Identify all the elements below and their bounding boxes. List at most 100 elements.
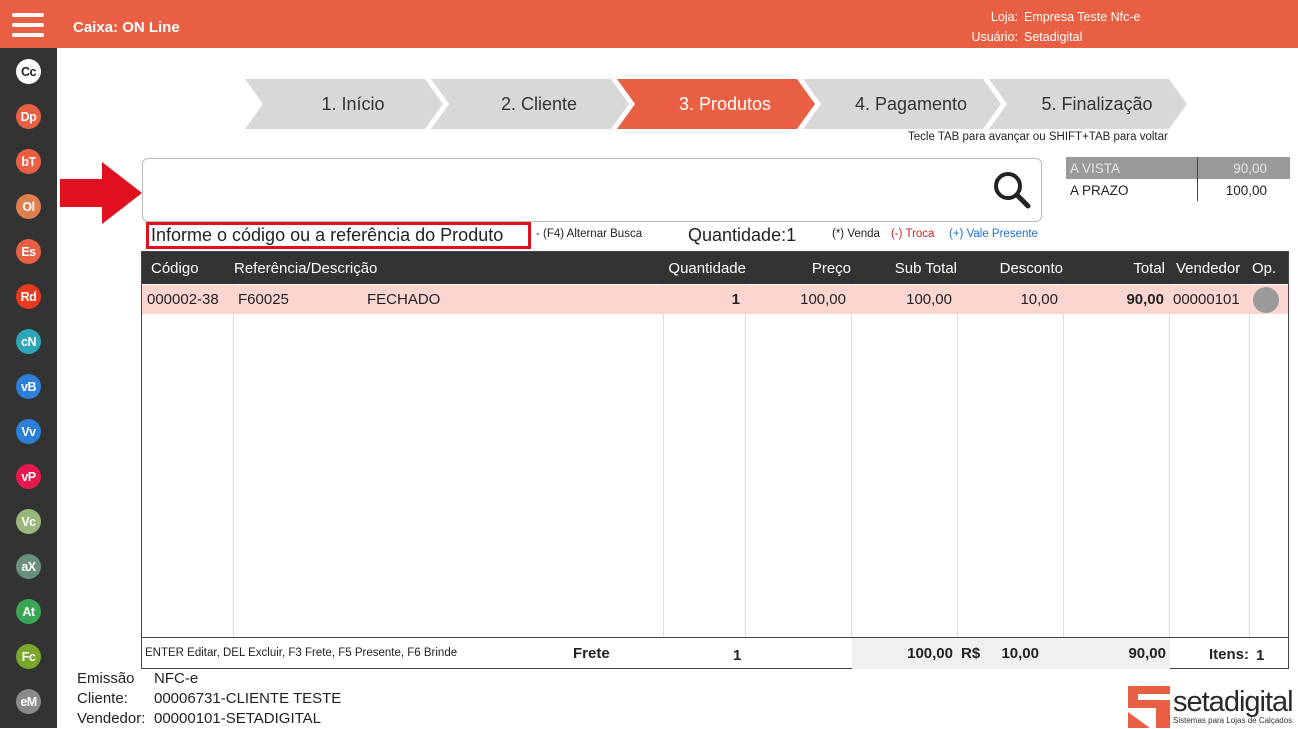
price-value: 90,00 bbox=[1233, 160, 1267, 176]
shortcut-vb-button[interactable]: vB bbox=[16, 374, 41, 399]
top-bar: Caixa: ON Line Loja: Empresa Teste Nfc-e… bbox=[0, 0, 1298, 48]
col-desconto[interactable]: Desconto bbox=[1000, 260, 1063, 277]
column-divider bbox=[663, 284, 664, 637]
column-divider bbox=[745, 284, 746, 637]
shortcut-ax-button[interactable]: aX bbox=[16, 554, 41, 579]
setadigital-logo: setadigital Sistemas para Lojas de Calça… bbox=[1128, 686, 1294, 728]
search-instruction: Informe o código ou a referência do Prod… bbox=[146, 222, 531, 249]
step-inicio[interactable]: 1. Início bbox=[245, 79, 443, 129]
col-preco[interactable]: Preço bbox=[812, 260, 851, 277]
cell-desconto: 10,00 bbox=[1020, 291, 1058, 308]
col-vendedor[interactable]: Vendedor bbox=[1176, 260, 1240, 277]
product-search-input[interactable] bbox=[153, 169, 983, 211]
vendedor-value: 00000101-SETADIGITAL bbox=[154, 710, 322, 727]
price-label: A PRAZO bbox=[1066, 179, 1198, 201]
usuario-value: Setadigital bbox=[1024, 30, 1083, 44]
shortcut-vc-button[interactable]: Vc bbox=[16, 509, 41, 534]
shortcut-at-button[interactable]: At bbox=[16, 599, 41, 624]
column-divider bbox=[1249, 284, 1250, 637]
tab-hint: Tecle TAB para avançar ou SHIFT+TAB para… bbox=[908, 131, 1168, 143]
price-table: A VISTA 90,00 A PRAZO 100,00 bbox=[1066, 157, 1290, 201]
itens-label: Itens: bbox=[1209, 646, 1250, 663]
footer-subtotal: 100,00 bbox=[907, 645, 953, 662]
legend-venda: (*) Venda bbox=[832, 228, 880, 240]
price-row-avista[interactable]: A VISTA 90,00 bbox=[1066, 157, 1290, 179]
logo-text: setadigital bbox=[1173, 686, 1294, 718]
column-divider bbox=[1169, 284, 1170, 637]
table-row[interactable]: 000002-38 F60025 FECHADO 1 100,00 100,00… bbox=[142, 285, 1288, 314]
column-divider bbox=[233, 284, 234, 637]
vendedor-info: Vendedor: 00000101-SETADIGITAL bbox=[77, 709, 321, 729]
quantity-label: Quantidade: bbox=[688, 225, 787, 245]
step-cliente[interactable]: 2. Cliente bbox=[431, 79, 629, 129]
price-value: 100,00 bbox=[1225, 182, 1267, 198]
cliente-value: 00006731-CLIENTE TESTE bbox=[154, 690, 342, 707]
shortcut-sidebar: Cc Dp bT Ol Es Rd cN vB Vv vP Vc aX At F… bbox=[0, 48, 57, 728]
price-row-aprazo[interactable]: A PRAZO 100,00 bbox=[1066, 179, 1290, 201]
shortcut-cn-button[interactable]: cN bbox=[16, 329, 41, 354]
products-grid: Código Referência/Descrição Quantidade P… bbox=[141, 251, 1289, 669]
shortcut-ol-button[interactable]: Ol bbox=[16, 194, 41, 219]
price-label: A VISTA bbox=[1066, 157, 1198, 179]
quantity-value: 1 bbox=[786, 225, 797, 245]
step-pagamento[interactable]: 4. Pagamento bbox=[803, 79, 1001, 129]
step-finalizacao[interactable]: 5. Finalização bbox=[989, 79, 1187, 129]
cell-vendedor: 00000101 bbox=[1173, 291, 1240, 308]
shortcut-es-button[interactable]: Es bbox=[16, 239, 41, 264]
row-options-button[interactable] bbox=[1253, 287, 1279, 313]
cliente-info: Cliente: 00006731-CLIENTE TESTE bbox=[77, 689, 341, 709]
step-produtos[interactable]: 3. Produtos bbox=[617, 79, 815, 129]
quantity-indicator: Quantidade:1 bbox=[688, 225, 796, 246]
footer-quantidade: 1 bbox=[733, 647, 742, 664]
pointer-arrow-icon bbox=[60, 162, 142, 224]
col-codigo[interactable]: Código bbox=[151, 260, 199, 277]
footer-desconto: 10,00 bbox=[1001, 645, 1039, 662]
emissao-info: Emissão NFC-e bbox=[77, 669, 198, 689]
shortcut-dp-button[interactable]: Dp bbox=[16, 104, 41, 129]
store-info: Loja: Empresa Teste Nfc-e Usuário: Setad… bbox=[968, 7, 1298, 47]
shortcut-cc-button[interactable]: Cc bbox=[16, 59, 41, 84]
cell-subtotal: 100,00 bbox=[906, 291, 952, 308]
col-total[interactable]: Total bbox=[1133, 260, 1165, 277]
cell-referencia: F60025 bbox=[238, 291, 289, 308]
frete-label[interactable]: Frete bbox=[573, 645, 610, 662]
col-referencia[interactable]: Referência/Descrição bbox=[234, 260, 377, 277]
keyboard-shortcuts-hint: ENTER Editar, DEL Excluir, F3 Frete, F5 … bbox=[145, 647, 458, 659]
product-search-box bbox=[142, 158, 1042, 222]
search-icon[interactable] bbox=[993, 171, 1031, 209]
shortcut-bt-button[interactable]: bT bbox=[16, 149, 41, 174]
emissao-value: NFC-e bbox=[154, 670, 199, 687]
cliente-label: Cliente: bbox=[77, 690, 128, 707]
footer-total: 90,00 bbox=[1128, 645, 1166, 662]
column-divider bbox=[1063, 284, 1064, 637]
cell-descricao: FECHADO bbox=[367, 291, 441, 308]
menu-icon[interactable] bbox=[12, 13, 44, 41]
loja-label: Loja: bbox=[990, 10, 1018, 24]
cell-total: 90,00 bbox=[1126, 291, 1164, 308]
shortcut-vv-button[interactable]: Vv bbox=[16, 419, 41, 444]
legend-troca: (-) Troca bbox=[891, 228, 935, 240]
app-title: Caixa: ON Line bbox=[73, 19, 180, 36]
shortcut-em-button[interactable]: eM bbox=[16, 689, 41, 714]
col-subtotal[interactable]: Sub Total bbox=[895, 260, 957, 277]
logo-mark-icon bbox=[1128, 686, 1170, 728]
cell-codigo: 000002-38 bbox=[147, 291, 219, 308]
f4-toggle-hint: - (F4) Alternar Busca bbox=[536, 228, 643, 240]
cell-preco: 100,00 bbox=[800, 291, 846, 308]
cell-quantidade: 1 bbox=[731, 291, 740, 308]
legend-vale-presente: (+) Vale Presente bbox=[949, 228, 1038, 240]
vendedor-label: Vendedor: bbox=[77, 710, 146, 727]
usuario-label: Usuário: bbox=[971, 30, 1018, 44]
col-quantidade[interactable]: Quantidade bbox=[668, 260, 746, 277]
grid-footer: ENTER Editar, DEL Excluir, F3 Frete, F5 … bbox=[142, 637, 1288, 669]
grid-header: Código Referência/Descrição Quantidade P… bbox=[142, 252, 1288, 284]
shortcut-rd-button[interactable]: Rd bbox=[16, 284, 41, 309]
col-op[interactable]: Op. bbox=[1252, 260, 1276, 277]
shortcut-vp-button[interactable]: vP bbox=[16, 464, 41, 489]
column-divider bbox=[851, 284, 852, 637]
logo-subtitle: Sistemas para Lojas de Calçados bbox=[1173, 716, 1293, 725]
itens-value: 1 bbox=[1256, 647, 1265, 664]
loja-value: Empresa Teste Nfc-e bbox=[1024, 10, 1141, 24]
shortcut-fc-button[interactable]: Fc bbox=[16, 644, 41, 669]
emissao-label: Emissão bbox=[77, 670, 135, 687]
